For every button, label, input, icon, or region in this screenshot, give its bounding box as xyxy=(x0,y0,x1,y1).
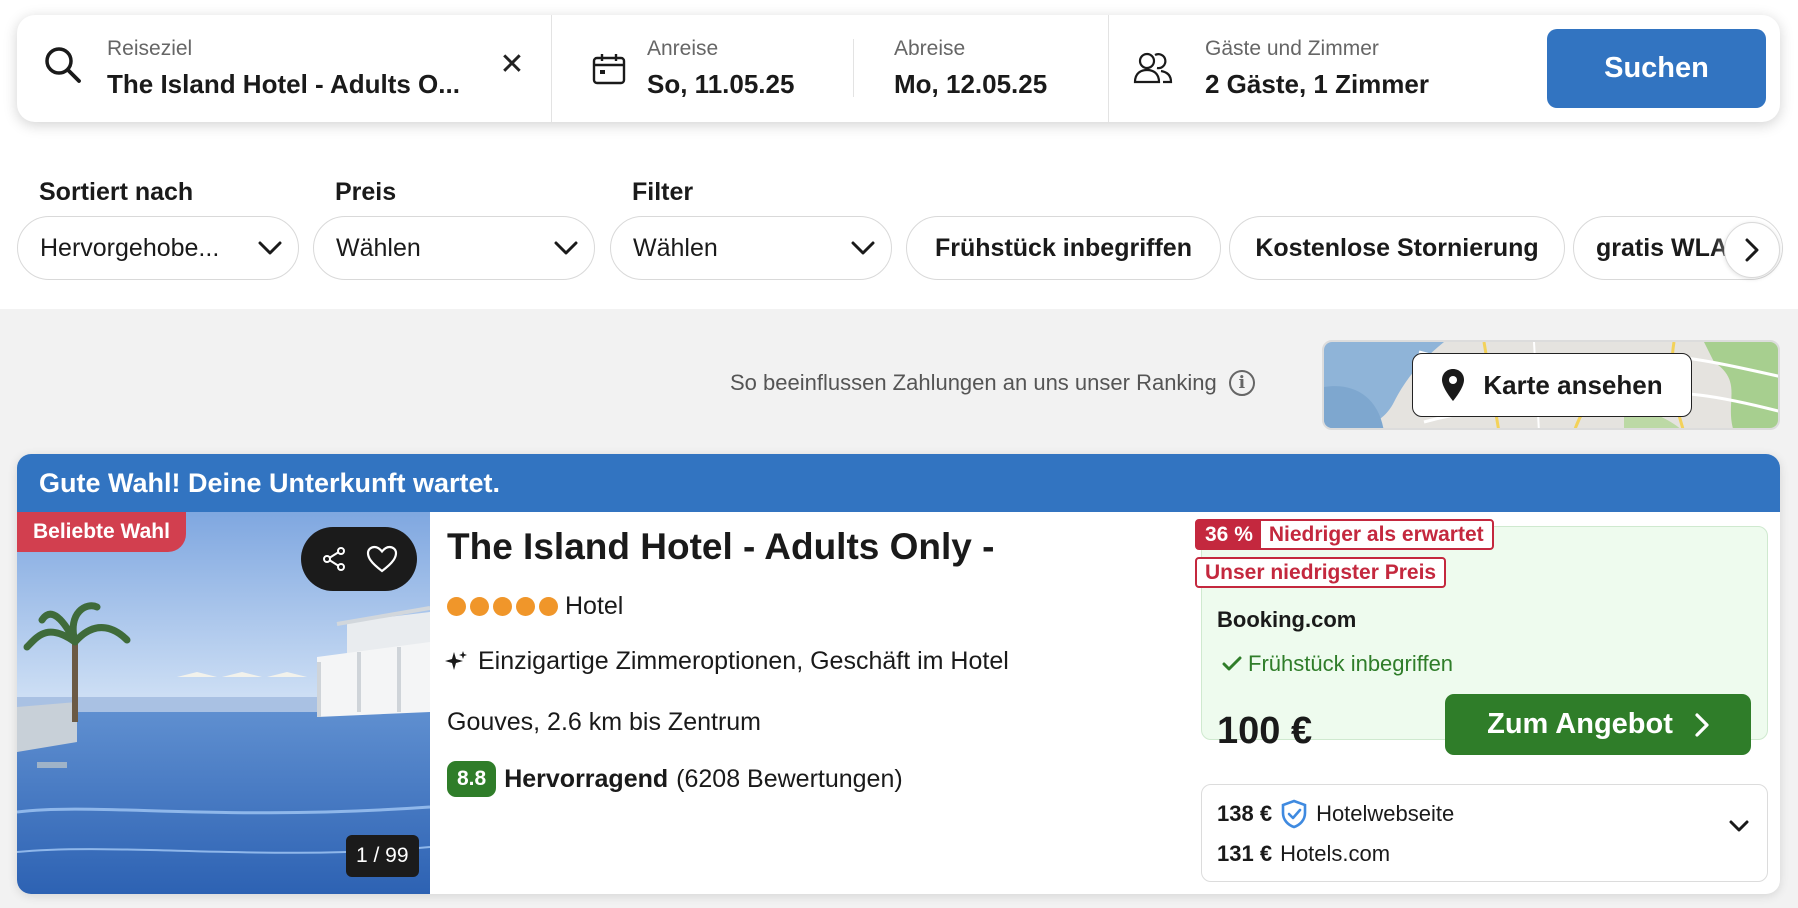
clear-destination-button[interactable]: ✕ xyxy=(495,48,529,82)
star-icon xyxy=(493,597,512,616)
features-text: Einzigartige Zimmeroptionen, Geschäft im… xyxy=(478,647,1009,675)
chevron-right-icon xyxy=(1745,238,1759,262)
offer-row: 131 € Hotels.com xyxy=(1217,841,1390,867)
ranking-text: So beeinflussen Zahlungen an uns unser R… xyxy=(730,370,1217,395)
hotel-card: Gute Wahl! Deine Unterkunft wartet. Beli… xyxy=(17,454,1780,894)
map-pin-icon xyxy=(1442,369,1465,401)
search-bar: Reiseziel The Island Hotel - Adults O...… xyxy=(17,15,1780,122)
chevron-down-icon xyxy=(1729,819,1749,837)
chevron-down-icon xyxy=(835,241,891,255)
guests-label: Gäste und Zimmer xyxy=(1205,37,1379,60)
rating-count: (6208 Bewertungen) xyxy=(676,764,903,793)
hotel-title[interactable]: The Island Hotel - Adults Only - xyxy=(447,526,994,568)
view-map-button[interactable]: Karte ansehen xyxy=(1412,353,1692,417)
map-preview[interactable]: Karte ansehen xyxy=(1322,340,1780,430)
guests-value: 2 Gäste, 1 Zimmer xyxy=(1205,69,1429,99)
calendar-icon xyxy=(592,53,626,90)
chips-next-button[interactable] xyxy=(1724,222,1780,278)
offer-row: 138 € Hotelwebseite xyxy=(1217,799,1454,829)
check-icon xyxy=(1222,656,1242,671)
rating-word: Hervorragend xyxy=(504,764,669,793)
price-dropdown[interactable]: Wählen xyxy=(313,216,595,280)
chevron-down-icon xyxy=(242,241,298,255)
price-heading: Preis xyxy=(335,178,397,206)
star-icon xyxy=(539,597,558,616)
info-icon: i xyxy=(1228,370,1255,396)
sort-dropdown-value: Hervorgehobe... xyxy=(40,233,220,262)
ranking-info-link[interactable]: So beeinflussen Zahlungen an uns unser R… xyxy=(730,370,1255,396)
checkin-field[interactable]: Anreise So, 11.05.25 xyxy=(552,15,870,122)
lowest-price-text: Unser niedrigster Preis xyxy=(1205,560,1437,584)
view-map-label: Karte ansehen xyxy=(1483,369,1663,400)
filter-dropdown[interactable]: Wählen xyxy=(610,216,892,280)
photo-counter: 1 / 99 xyxy=(346,835,419,877)
accommodation-type: Hotel xyxy=(565,592,624,620)
discount-percent: 36 % xyxy=(1197,521,1261,548)
checkin-value: So, 11.05.25 xyxy=(647,69,795,99)
lowest-price-tag: Unser niedrigster Preis xyxy=(1195,557,1447,588)
star-icon xyxy=(470,597,489,616)
hotel-photo[interactable]: Beliebte Wahl 1 / 99 xyxy=(17,512,430,894)
offer-price: 138 € xyxy=(1217,801,1273,826)
chevron-right-icon xyxy=(1695,712,1709,737)
star-icon xyxy=(447,597,466,616)
features-line: Einzigartige Zimmeroptionen, Geschäft im… xyxy=(444,647,1009,676)
destination-value: The Island Hotel - Adults O... xyxy=(107,69,460,99)
star-rating xyxy=(447,597,558,616)
checkout-value: Mo, 12.05.25 xyxy=(894,69,1048,99)
other-offers[interactable]: 138 € Hotelwebseite 131 € Hotels.com xyxy=(1201,784,1768,882)
view-deal-button[interactable]: Zum Angebot xyxy=(1445,694,1751,755)
guests-icon xyxy=(1133,51,1173,90)
discount-text: Niedriger als erwartet xyxy=(1268,522,1484,546)
offer-provider: Hotelwebseite xyxy=(1316,801,1455,826)
deal-price: 100 € xyxy=(1217,710,1313,752)
discount-tag: 36 % Niedriger als erwartet xyxy=(1195,519,1494,550)
checkout-label: Abreise xyxy=(894,37,966,60)
breakfast-included: Frühstück inbegriffen xyxy=(1222,651,1453,677)
checkin-label: Anreise xyxy=(647,37,719,60)
card-banner: Gute Wahl! Deine Unterkunft wartet. xyxy=(17,454,1780,512)
breakfast-text: Frühstück inbegriffen xyxy=(1248,651,1454,676)
search-button[interactable]: Suchen xyxy=(1547,29,1766,108)
verified-shield-icon xyxy=(1281,799,1307,829)
rating-summary[interactable]: 8.8 Hervorragend (6208 Bewertungen) xyxy=(447,761,903,797)
price-dropdown-value: Wählen xyxy=(336,233,421,262)
photo-actions xyxy=(301,527,417,591)
share-icon[interactable] xyxy=(321,546,347,572)
filter-dropdown-value: Wählen xyxy=(633,233,718,262)
filter-heading: Filter xyxy=(632,178,694,206)
view-deal-label: Zum Angebot xyxy=(1487,708,1673,740)
sparkle-icon xyxy=(445,650,467,670)
checkout-field[interactable]: Abreise Mo, 12.05.25 xyxy=(854,15,1126,122)
offer-price: 131 € xyxy=(1217,841,1273,866)
guests-field[interactable]: Gäste und Zimmer 2 Gäste, 1 Zimmer xyxy=(1109,15,1529,122)
chevron-down-icon xyxy=(538,241,594,255)
offer-provider: Hotels.com xyxy=(1280,841,1391,866)
search-icon xyxy=(43,45,83,90)
chip-free-cancellation[interactable]: Kostenlose Stornierung xyxy=(1229,216,1565,280)
hotel-location[interactable]: Gouves, 2.6 km bis Zentrum xyxy=(447,708,761,737)
score-badge: 8.8 xyxy=(447,761,497,797)
popular-badge: Beliebte Wahl xyxy=(17,512,186,552)
chip-breakfast[interactable]: Frühstück inbegriffen xyxy=(906,216,1221,280)
sort-dropdown[interactable]: Hervorgehobe... xyxy=(17,216,299,280)
sort-heading: Sortiert nach xyxy=(39,178,194,206)
heart-icon[interactable] xyxy=(366,545,398,573)
destination-field[interactable]: Reiseziel The Island Hotel - Adults O... xyxy=(107,15,482,122)
destination-label: Reiseziel xyxy=(107,37,193,60)
deal-provider: Booking.com xyxy=(1217,607,1357,632)
star-icon xyxy=(516,597,535,616)
